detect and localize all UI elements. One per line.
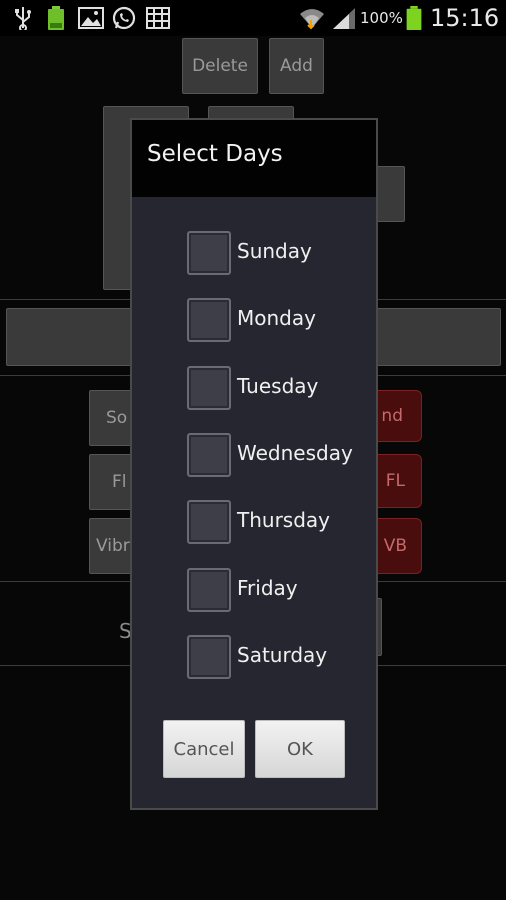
day-option-saturday[interactable]: Saturday xyxy=(187,635,372,681)
signal-icon xyxy=(333,8,355,29)
day-option-wednesday[interactable]: Wednesday xyxy=(187,433,372,479)
wifi-icon xyxy=(300,9,324,30)
dialog-header: Select Days xyxy=(132,120,376,197)
delete-button[interactable]: Delete xyxy=(182,38,258,94)
day-option-monday[interactable]: Monday xyxy=(187,298,372,344)
day-label: Wednesday xyxy=(237,441,353,465)
day-label: Tuesday xyxy=(237,374,319,398)
whatsapp-icon xyxy=(112,6,136,30)
day-option-thursday[interactable]: Thursday xyxy=(187,500,372,546)
checkbox[interactable] xyxy=(187,635,231,679)
day-label: Monday xyxy=(237,306,316,330)
day-label: Sunday xyxy=(237,239,312,263)
usb-icon xyxy=(15,7,31,30)
dialog-title: Select Days xyxy=(147,141,283,167)
day-option-friday[interactable]: Friday xyxy=(187,568,372,614)
ok-button[interactable]: OK xyxy=(255,720,345,778)
checkbox[interactable] xyxy=(187,231,231,275)
battery-icon xyxy=(406,6,422,30)
checkbox[interactable] xyxy=(187,366,231,410)
checkbox[interactable] xyxy=(187,568,231,612)
battery-full-notification-icon xyxy=(48,6,64,30)
day-label: Friday xyxy=(237,576,298,600)
day-option-tuesday[interactable]: Tuesday xyxy=(187,366,372,412)
cancel-button[interactable]: Cancel xyxy=(163,720,245,778)
checkbox[interactable] xyxy=(187,500,231,544)
day-label: Saturday xyxy=(237,643,328,667)
day-label: Thursday xyxy=(237,508,330,532)
status-bar: 100% 15:16 xyxy=(0,0,506,36)
day-option-sunday[interactable]: Sunday xyxy=(187,231,372,277)
checkbox[interactable] xyxy=(187,433,231,477)
checkbox[interactable] xyxy=(187,298,231,342)
clock: 15:16 xyxy=(430,4,500,32)
battery-percent: 100% xyxy=(360,9,403,27)
add-button[interactable]: Add xyxy=(269,38,324,94)
gallery-icon xyxy=(78,7,104,29)
select-days-dialog: Select Days Sunday Monday Tuesday Wednes… xyxy=(130,118,378,810)
calendar-grid-icon xyxy=(146,7,170,29)
